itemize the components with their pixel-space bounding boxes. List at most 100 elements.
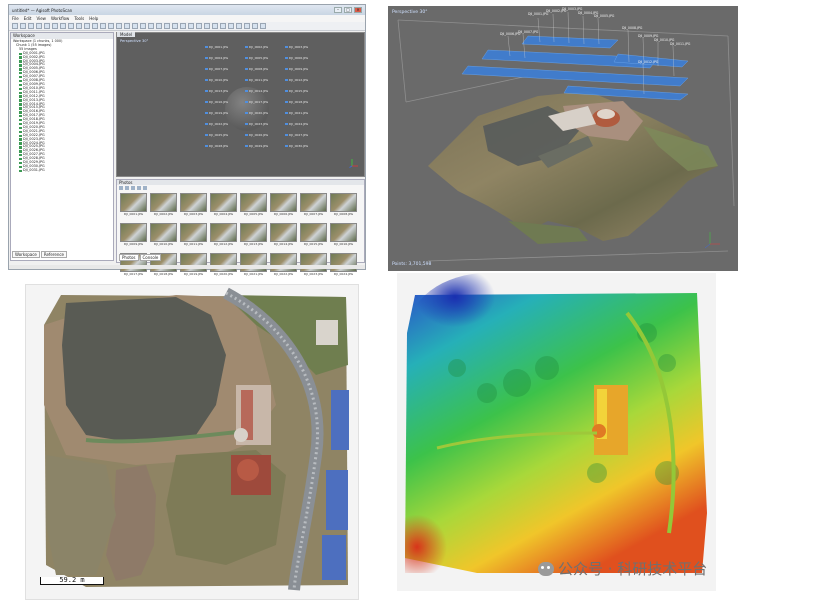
toolbar-button[interactable] xyxy=(188,23,194,29)
toolbar-button[interactable] xyxy=(20,23,26,29)
toolbar-button[interactable] xyxy=(12,23,18,29)
toolbar-button[interactable] xyxy=(76,23,82,29)
maximize-button[interactable]: □ xyxy=(344,7,352,13)
toolbar-button[interactable] xyxy=(92,23,98,29)
thumbnail-caption: DJI_0002.JPG xyxy=(153,212,174,216)
axes-icon xyxy=(349,159,358,168)
title-bar: untitled* — Agisoft PhotoScan – □ × xyxy=(9,5,365,15)
toolbar-button[interactable] xyxy=(100,23,106,29)
tab-workspace[interactable]: Workspace xyxy=(12,251,40,258)
camera-label: DJI_0007.JPG xyxy=(205,67,228,71)
menu-file[interactable]: File xyxy=(12,16,19,21)
photo-thumbnail[interactable]: DJI_0014.JPG xyxy=(270,223,297,251)
camera-label: DJI_0028.JPG xyxy=(205,144,228,148)
thumbnail-image xyxy=(330,193,357,212)
photo-thumbnail[interactable]: DJI_0009.JPG xyxy=(120,223,147,251)
thumbnail-image xyxy=(210,253,237,272)
toolbar-button[interactable] xyxy=(28,23,34,29)
thumbnail-grid: DJI_0001.JPG DJI_0002.JPG DJI_0003.JPG DJI_… xyxy=(117,191,364,283)
photo-thumbnail[interactable]: DJI_0005.JPG xyxy=(240,193,267,221)
close-button[interactable]: × xyxy=(354,7,362,13)
thumbnail-image xyxy=(300,223,327,242)
photo-thumbnail[interactable]: DJI_0003.JPG xyxy=(180,193,207,221)
photos-tool-icon[interactable] xyxy=(137,186,141,190)
photos-tool-icon[interactable] xyxy=(125,186,129,190)
toolbar-button[interactable] xyxy=(60,23,66,29)
toolbar-button[interactable] xyxy=(220,23,226,29)
toolbar-button[interactable] xyxy=(84,23,90,29)
photo-thumbnail[interactable]: DJI_0002.JPG xyxy=(150,193,177,221)
minimize-button[interactable]: – xyxy=(334,7,342,13)
photo-thumbnail[interactable]: DJI_0010.JPG xyxy=(150,223,177,251)
thumbnail-caption: DJI_0007.JPG xyxy=(303,212,324,216)
toolbar-button[interactable] xyxy=(236,23,242,29)
toolbar-button[interactable] xyxy=(212,23,218,29)
tab-model[interactable]: Model xyxy=(117,32,136,37)
toolbar-button[interactable] xyxy=(68,23,74,29)
watermark-text: 公众号 · 科研技术平台 xyxy=(558,560,708,578)
photos-tool-icon[interactable] xyxy=(119,186,123,190)
camera-label: DJI_0005.JPG xyxy=(245,56,268,60)
thumbnail-image xyxy=(270,253,297,272)
photo-thumbnail[interactable]: DJI_0001.JPG xyxy=(120,193,147,221)
toolbar-button[interactable] xyxy=(180,23,186,29)
menu-tools[interactable]: Tools xyxy=(74,16,84,21)
photo-thumbnail[interactable]: DJI_0016.JPG xyxy=(330,223,357,251)
toolbar-button[interactable] xyxy=(52,23,58,29)
photo-thumbnail[interactable]: DJI_0008.JPG xyxy=(330,193,357,221)
photo-thumbnail[interactable]: DJI_0007.JPG xyxy=(300,193,327,221)
thumbnail-image xyxy=(240,223,267,242)
menu-edit[interactable]: Edit xyxy=(24,16,32,21)
thumbnail-image xyxy=(300,253,327,272)
photos-tool-icon[interactable] xyxy=(131,186,135,190)
toolbar-button[interactable] xyxy=(36,23,42,29)
perspective-view[interactable]: DJI_0001.JPG DJI_0002.JPG DJI_0003.JPG DJI_… xyxy=(388,6,738,271)
thumbnail-image xyxy=(330,223,357,242)
photo-thumbnail[interactable]: DJI_0015.JPG xyxy=(300,223,327,251)
tree-image-item[interactable]: DJI_0031.JPG xyxy=(13,168,111,173)
thumbnail-caption: DJI_0014.JPG xyxy=(273,242,294,246)
toolbar-button[interactable] xyxy=(172,23,178,29)
toolbar-button[interactable] xyxy=(196,23,202,29)
toolbar-button[interactable] xyxy=(228,23,234,29)
photo-thumbnail[interactable]: DJI_0006.JPG xyxy=(270,193,297,221)
toolbar-button[interactable] xyxy=(132,23,138,29)
toolbar-button[interactable] xyxy=(156,23,162,29)
photo-thumbnail[interactable]: DJI_0004.JPG xyxy=(210,193,237,221)
toolbar-button[interactable] xyxy=(260,23,266,29)
model-view[interactable]: Model Perspective 30° DJI_0001.JPG DJI_00… xyxy=(116,32,365,177)
toolbar-button[interactable] xyxy=(108,23,114,29)
thumbnail-caption: DJI_0013.JPG xyxy=(243,242,264,246)
camera-label: DJI_0021.JPG xyxy=(285,111,308,115)
toolbar-button[interactable] xyxy=(252,23,258,29)
tab-reference[interactable]: Reference xyxy=(40,251,68,258)
camera-label: DJI_0018.JPG xyxy=(285,100,308,104)
camera-label: DJI_0001.JPG xyxy=(205,45,228,49)
thumbnail-caption: DJI_0008.JPG xyxy=(333,212,354,216)
toolbar-button[interactable] xyxy=(244,23,250,29)
toolbar-button[interactable] xyxy=(140,23,146,29)
toolbar-button[interactable] xyxy=(164,23,170,29)
menu-workflow[interactable]: Workflow xyxy=(51,16,69,21)
camera-label: DJI_0013.JPG xyxy=(205,89,228,93)
toolbar-button[interactable] xyxy=(204,23,210,29)
scale-bar: 59.2 m xyxy=(40,577,104,585)
thumbnail-caption: DJI_0016.JPG xyxy=(333,242,354,246)
tab-console[interactable]: Console xyxy=(139,254,162,261)
camera-label: DJI_0007.JPG xyxy=(518,30,539,34)
toolbar-button[interactable] xyxy=(148,23,154,29)
menu-help[interactable]: Help xyxy=(89,16,98,21)
photo-thumbnail[interactable]: DJI_0013.JPG xyxy=(240,223,267,251)
photos-tool-icon[interactable] xyxy=(143,186,147,190)
toolbar-button[interactable] xyxy=(44,23,50,29)
thumbnail-caption: DJI_0020.JPG xyxy=(213,272,234,276)
menu-view[interactable]: View xyxy=(36,16,46,21)
camera-label: DJI_0023.JPG xyxy=(245,122,268,126)
toolbar-button[interactable] xyxy=(116,23,122,29)
thumbnail-image xyxy=(270,193,297,212)
toolbar-button[interactable] xyxy=(124,23,130,29)
tab-photos[interactable]: Photos xyxy=(119,254,139,261)
photo-thumbnail[interactable]: DJI_0011.JPG xyxy=(180,223,207,251)
thumbnail-image xyxy=(210,223,237,242)
photo-thumbnail[interactable]: DJI_0012.JPG xyxy=(210,223,237,251)
